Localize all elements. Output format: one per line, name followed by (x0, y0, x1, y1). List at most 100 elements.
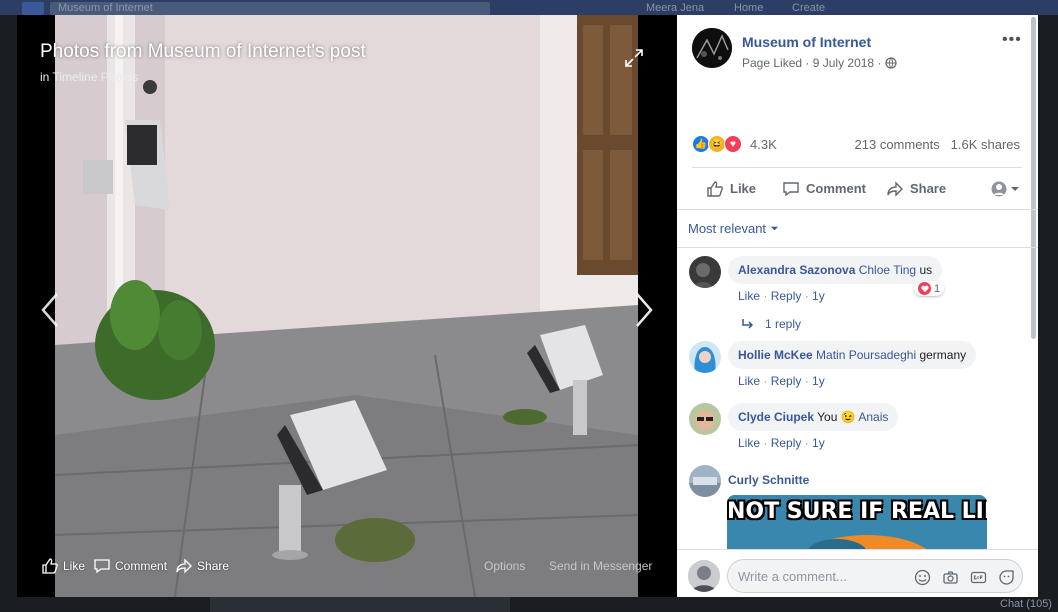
comment-meme-image[interactable]: NOT SURE IF REAL LIFE (727, 495, 987, 555)
viewer-share-label: Share (197, 559, 230, 573)
send-in-messenger-link[interactable]: Send in Messenger (549, 559, 652, 573)
comment-reply-link[interactable]: Reply (771, 374, 802, 388)
share-button[interactable]: Share (886, 180, 946, 198)
globe-icon (885, 57, 897, 69)
viewer-share-button[interactable]: Share (175, 557, 229, 575)
comment-age[interactable]: 1y (812, 374, 825, 388)
subtitle-prefix: in (40, 70, 50, 84)
photo-viewer: Photos from Museum of Internet's post in… (17, 15, 677, 597)
more-options-icon[interactable]: ••• (1002, 31, 1022, 49)
comment-reaction-count: 1 (934, 282, 941, 295)
comment-actions: Like · Reply · 1y (738, 289, 825, 303)
comment-sort-dropdown[interactable]: Most relevant (688, 221, 779, 236)
comment-input-box (727, 559, 1023, 593)
divider (677, 209, 1038, 210)
commenter-avatar[interactable] (689, 465, 721, 497)
comment-input[interactable] (738, 560, 908, 592)
comment-reaction-badge[interactable]: 1 (914, 281, 945, 296)
comment-label: Comment (806, 181, 866, 196)
composer-icons (904, 567, 1016, 587)
comment-composer (677, 549, 1038, 597)
comment-reply-link[interactable]: Reply (771, 436, 802, 450)
post-as-selector[interactable] (991, 181, 1020, 197)
comment-text: germany (919, 348, 967, 362)
meta-separator: · (802, 56, 813, 70)
comment-actions: Like · Reply · 1y (738, 436, 825, 450)
share-label: Share (909, 181, 947, 196)
page-avatar[interactable] (692, 28, 732, 68)
camera-icon[interactable] (940, 567, 960, 587)
comment-age[interactable]: 1y (812, 289, 825, 303)
like-button[interactable]: Like (706, 180, 756, 198)
reactions-summary: 👍 😆 ♥ 4.3K 213 comments 1.6K shares (692, 135, 1022, 153)
page-liked-label: Page Liked (742, 56, 803, 70)
comment-bubble: Clyde Ciupek You 😉 Anais (728, 403, 899, 431)
view-replies-link[interactable]: 1 reply (741, 317, 801, 331)
gif-icon[interactable] (968, 567, 988, 587)
expand-icon[interactable] (624, 48, 644, 68)
next-photo-arrow-icon[interactable] (631, 290, 657, 330)
sort-label: Most relevant (688, 221, 767, 236)
commenter-avatar[interactable] (689, 341, 721, 373)
viewer-like-label: Like (63, 559, 86, 573)
comment-text: You (817, 410, 838, 424)
background-chat: Chat (105) (1000, 598, 1052, 610)
current-user-avatar (688, 560, 720, 592)
emoji-icon[interactable] (912, 567, 932, 587)
comment-text: us (919, 263, 933, 277)
reaction-count[interactable]: 4.3K (750, 137, 777, 152)
like-label: Like (730, 181, 757, 196)
tagged-user[interactable]: Chloe Ting (859, 263, 916, 277)
comment-button[interactable]: Comment (782, 180, 866, 198)
comment-item: Clyde Ciupek You 😉 Anais Like · Reply · … (689, 403, 899, 450)
post-meta: Page Liked · 9 July 2018 · (742, 56, 897, 70)
comment-reply-link[interactable]: Reply (771, 289, 802, 303)
comment-item: Curly Schnitte (689, 465, 809, 497)
background-nav-profile: Meera Jena (646, 2, 705, 14)
comment-age[interactable]: 1y (812, 436, 825, 450)
viewer-comment-button[interactable]: Comment (93, 557, 167, 575)
share-icon (176, 558, 192, 574)
comment-like-link[interactable]: Like (738, 289, 760, 303)
comment-author[interactable]: Clyde Ciupek (738, 410, 814, 424)
comment-like-link[interactable]: Like (738, 374, 760, 388)
comments-count[interactable]: 213 comments (855, 137, 940, 152)
previous-photo-arrow-icon[interactable] (37, 290, 63, 330)
wink-emoji-icon: 😉 (840, 410, 856, 424)
reply-arrow-icon (742, 319, 754, 329)
tagged-user[interactable]: Anais (858, 410, 888, 424)
commenter-avatar[interactable] (689, 256, 721, 288)
profile-avatar-icon (991, 181, 1007, 196)
comment-bubble: Hollie McKee Matin Poursadeghi germany (728, 341, 977, 369)
sticker-icon[interactable] (996, 567, 1016, 587)
comment-actions: Like · Reply · 1y (738, 374, 825, 388)
photo-security-cameras (55, 15, 638, 597)
post-side-panel: Museum of Internet Page Liked · 9 July 2… (677, 15, 1038, 597)
post-header: Museum of Internet Page Liked · 9 July 2… (692, 28, 897, 70)
viewer-subtitle: in Timeline Photos (40, 70, 138, 84)
chevron-down-icon (1011, 186, 1019, 191)
comment-author[interactable]: Curly Schnitte (728, 473, 809, 487)
commenter-avatar[interactable] (689, 403, 721, 435)
tagged-user[interactable]: Matin Poursadeghi (816, 348, 916, 362)
shares-count[interactable]: 1.6K shares (951, 137, 1020, 152)
reaction-icons[interactable]: 👍 😆 ♥ (692, 135, 742, 153)
comment-author[interactable]: Alexandra Sazonova (738, 263, 855, 277)
background-nav-create: Create (792, 2, 826, 14)
comment-author[interactable]: Hollie McKee (738, 348, 813, 362)
comment-item: Alexandra Sazonova Chloe Ting us 1 Like … (689, 256, 945, 303)
viewer-options-link[interactable]: Options (484, 559, 525, 573)
comment-item: Hollie McKee Matin Poursadeghi germany L… (689, 341, 977, 388)
divider (677, 247, 1038, 248)
background-strip (210, 597, 510, 612)
comment-like-link[interactable]: Like (738, 436, 760, 450)
comment-bubble: Alexandra Sazonova Chloe Ting us 1 (728, 256, 945, 296)
thumbs-up-icon (707, 180, 723, 197)
panel-scrollbar[interactable] (1031, 17, 1036, 339)
viewer-like-button[interactable]: Like (41, 557, 85, 575)
post-action-bar: Like Comment Share (692, 167, 1022, 209)
viewer-comment-label: Comment (115, 559, 168, 573)
page-name-link[interactable]: Museum of Internet (742, 34, 897, 50)
post-date[interactable]: 9 July 2018 (813, 56, 874, 70)
album-link[interactable]: Timeline Photos (52, 70, 138, 84)
